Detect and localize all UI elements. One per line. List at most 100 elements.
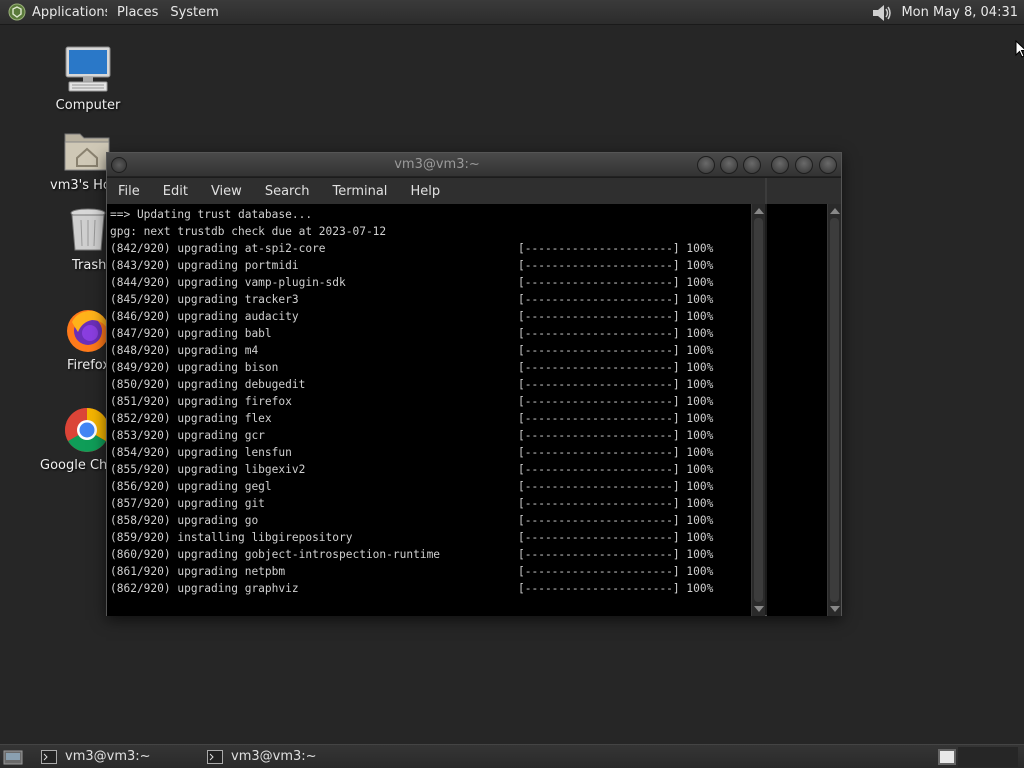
terminal-line: (853/920) upgrading gcr [----------------… bbox=[110, 427, 751, 444]
scroll-up-arrow[interactable] bbox=[830, 208, 840, 214]
menu-search[interactable]: Search bbox=[254, 184, 322, 199]
close-button[interactable] bbox=[743, 156, 761, 174]
top-panel: Applications Places System Mon May 8, 04… bbox=[0, 0, 1024, 25]
close-button-2[interactable] bbox=[819, 156, 837, 174]
progress-bar-text: [----------------------] 100% bbox=[518, 395, 714, 408]
desktop-icon-label: Trash bbox=[72, 258, 107, 273]
progress-bar-text: [----------------------] 100% bbox=[518, 293, 714, 306]
menu-view[interactable]: View bbox=[200, 184, 254, 199]
applications-menu[interactable]: Applications bbox=[32, 0, 107, 25]
terminal-line-text: (851/920) upgrading firefox bbox=[110, 395, 292, 408]
taskbar-item-terminal-2[interactable]: vm3@vm3:~ bbox=[199, 746, 365, 768]
terminal-line: (862/920) upgrading graphviz [-----------… bbox=[110, 580, 751, 597]
terminal-line: (849/920) upgrading bison [--------------… bbox=[110, 359, 751, 376]
desktop-icon-label: Firefox bbox=[67, 358, 111, 373]
progress-bar-text: [----------------------] 100% bbox=[518, 514, 714, 527]
terminal-line-text: (861/920) upgrading netpbm bbox=[110, 565, 286, 578]
terminal-line-text: (854/920) upgrading lensfun bbox=[110, 446, 292, 459]
progress-bar-text: [----------------------] 100% bbox=[518, 412, 714, 425]
terminal-line-text: (849/920) upgrading bison bbox=[110, 361, 279, 374]
terminal-scrollbar-2[interactable] bbox=[827, 204, 841, 616]
desktop-icon-computer[interactable]: Computer bbox=[40, 44, 136, 113]
volume-icon[interactable] bbox=[871, 3, 893, 23]
workspace-switcher-2[interactable] bbox=[958, 747, 1018, 767]
desktop-icon-label: vm3's Home bbox=[50, 178, 112, 193]
progress-bar-text: [----------------------] 100% bbox=[518, 242, 714, 255]
terminal-line-text: (847/920) upgrading babl bbox=[110, 327, 272, 340]
menu-help[interactable]: Help bbox=[399, 184, 452, 199]
trash-icon bbox=[70, 208, 106, 251]
terminal-line-text: (857/920) upgrading git bbox=[110, 497, 265, 510]
terminal-line-text: (856/920) upgrading gegl bbox=[110, 480, 272, 493]
window-titlebar[interactable]: vm3@vm3:~ bbox=[107, 153, 841, 177]
terminal-scrollbar[interactable] bbox=[751, 204, 765, 616]
desktop-icon-label: Computer bbox=[55, 98, 121, 113]
taskbar-item-terminal-1[interactable]: vm3@vm3:~ bbox=[33, 746, 199, 768]
progress-bar-text: [----------------------] 100% bbox=[518, 463, 714, 476]
computer-icon bbox=[65, 46, 111, 92]
progress-bar-text: [----------------------] 100% bbox=[518, 310, 714, 323]
distro-logo-icon[interactable] bbox=[8, 3, 26, 21]
clock[interactable]: Mon May 8, 04:31 bbox=[901, 5, 1018, 20]
terminal-line-text: ==> Updating trust database... bbox=[110, 208, 313, 221]
system-menu[interactable]: System bbox=[166, 0, 226, 25]
chrome-icon bbox=[65, 408, 109, 452]
places-menu[interactable]: Places bbox=[113, 0, 166, 25]
firefox-icon bbox=[67, 310, 109, 352]
window-title: vm3@vm3:~ bbox=[394, 157, 480, 172]
scroll-down-arrow[interactable] bbox=[830, 606, 840, 612]
taskbar-item-label: vm3@vm3:~ bbox=[231, 749, 317, 764]
terminal-line-text: (842/920) upgrading at-spi2-core bbox=[110, 242, 326, 255]
terminal-output[interactable]: ==> Updating trust database... gpg: next … bbox=[107, 204, 751, 616]
desktop-icon-home[interactable]: vm3's Home bbox=[40, 126, 112, 193]
terminal-line-text: (848/920) upgrading m4 bbox=[110, 344, 259, 357]
terminal-line-text: gpg: next trustdb check due at 2023-07-1… bbox=[110, 225, 387, 238]
terminal-line: ==> Updating trust database... bbox=[110, 206, 751, 223]
menu-edit[interactable]: Edit bbox=[152, 184, 200, 199]
terminal-line-text: (860/920) upgrading gobject-introspectio… bbox=[110, 548, 441, 561]
progress-bar-text: [----------------------] 100% bbox=[518, 276, 714, 289]
terminal-line: (855/920) upgrading libgexiv2 [----------… bbox=[110, 461, 751, 478]
menu-file[interactable]: File bbox=[107, 184, 152, 199]
bottom-panel: vm3@vm3:~ vm3@vm3:~ bbox=[0, 744, 1024, 768]
terminal-line-text: (862/920) upgrading graphviz bbox=[110, 582, 299, 595]
minimize-button-2[interactable] bbox=[771, 156, 789, 174]
desktop-icon-firefox[interactable]: Firefox bbox=[40, 306, 112, 373]
workspace-switcher-1[interactable] bbox=[938, 749, 956, 765]
desktop-icon-label: Google Chrome bbox=[40, 458, 112, 473]
terminal-icon bbox=[207, 749, 223, 764]
terminal-line: (856/920) upgrading gegl [---------------… bbox=[110, 478, 751, 495]
terminal-output-secondary[interactable] bbox=[767, 204, 827, 616]
terminal-line: (846/920) upgrading audacity [-----------… bbox=[110, 308, 751, 325]
terminal-line: (852/920) upgrading flex [---------------… bbox=[110, 410, 751, 427]
menubar-extension bbox=[765, 178, 841, 204]
scroll-up-arrow[interactable] bbox=[754, 208, 764, 214]
desktop-icon-chrome[interactable]: Google Chrome bbox=[30, 406, 112, 473]
terminal-line: (842/920) upgrading at-spi2-core [-------… bbox=[110, 240, 751, 257]
terminal-line: (847/920) upgrading babl [---------------… bbox=[110, 325, 751, 342]
minimize-button[interactable] bbox=[697, 156, 715, 174]
terminal-window[interactable]: vm3@vm3:~ File Edit View Search Terminal… bbox=[106, 152, 842, 616]
terminal-line: (851/920) upgrading firefox [------------… bbox=[110, 393, 751, 410]
terminal-menubar: File Edit View Search Terminal Help bbox=[107, 178, 765, 204]
progress-bar-text: [----------------------] 100% bbox=[518, 565, 714, 578]
terminal-line: (854/920) upgrading lensfun [------------… bbox=[110, 444, 751, 461]
terminal-line-text: (846/920) upgrading audacity bbox=[110, 310, 299, 323]
maximize-button-2[interactable] bbox=[795, 156, 813, 174]
terminal-line: (859/920) installing libgirepository [---… bbox=[110, 529, 751, 546]
menu-terminal[interactable]: Terminal bbox=[321, 184, 399, 199]
progress-bar-text: [----------------------] 100% bbox=[518, 480, 714, 493]
scroll-down-arrow[interactable] bbox=[754, 606, 764, 612]
scroll-thumb[interactable] bbox=[830, 218, 839, 602]
desktop-icon-trash[interactable]: Trash bbox=[40, 206, 112, 273]
show-desktop-icon[interactable] bbox=[3, 749, 23, 765]
progress-bar-text: [----------------------] 100% bbox=[518, 497, 714, 510]
scroll-thumb[interactable] bbox=[754, 218, 763, 602]
terminal-line: (857/920) upgrading git [----------------… bbox=[110, 495, 751, 512]
progress-bar-text: [----------------------] 100% bbox=[518, 344, 714, 357]
progress-bar-text: [----------------------] 100% bbox=[518, 361, 714, 374]
maximize-button[interactable] bbox=[720, 156, 738, 174]
home-folder-icon bbox=[64, 133, 110, 171]
taskbar-item-label: vm3@vm3:~ bbox=[65, 749, 151, 764]
progress-bar-text: [----------------------] 100% bbox=[518, 327, 714, 340]
